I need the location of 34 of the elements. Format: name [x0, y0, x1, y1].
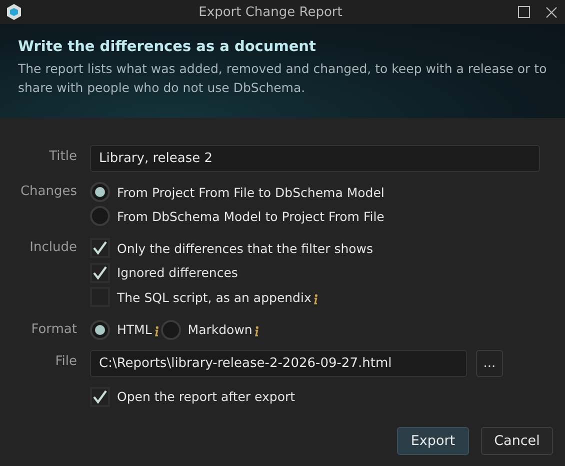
checkbox[interactable]: [90, 386, 110, 406]
field-label: File: [54, 352, 77, 370]
info-icon[interactable]: [152, 326, 159, 337]
radio-button[interactable]: [90, 182, 110, 202]
field-label: Include: [28, 239, 77, 257]
option-label: Only the differences that the filter shows: [117, 240, 374, 256]
export-button[interactable]: Export: [397, 427, 469, 455]
option-label: Ignored differences: [117, 265, 238, 280]
option-label: From DbSchema Model to Project From File: [117, 208, 384, 224]
option-label: The SQL script, as an appendix: [117, 290, 312, 305]
field-label: Format: [30, 320, 77, 338]
field-label: Changes: [19, 183, 77, 201]
app-icon: [5, 3, 23, 21]
option-label: From Project From File to DbSchema Model: [117, 184, 384, 200]
field-label: Title: [48, 148, 77, 166]
option-label: Open the report after export: [117, 389, 296, 404]
browse-button[interactable]: ...: [476, 350, 503, 376]
info-icon[interactable]: [312, 294, 318, 305]
radio-button[interactable]: [90, 320, 110, 340]
option-label: HTML: [117, 322, 152, 337]
cancel-button[interactable]: Cancel: [481, 427, 553, 455]
dialog-description: The report lists what was added, removed and changed, to keep with a release or to share with people who do not use DbSchema.: [18, 60, 547, 97]
close-icon[interactable]: [546, 6, 557, 18]
file-path-field[interactable]: C:\Reports\library-release-2-2026-09-27.html: [90, 350, 467, 376]
radio-button[interactable]: [160, 320, 181, 340]
checkbox[interactable]: [90, 238, 110, 258]
radio-button[interactable]: [90, 206, 110, 226]
info-icon[interactable]: [253, 326, 260, 337]
option-label: Markdown: [188, 322, 252, 337]
maximize-icon[interactable]: [518, 6, 530, 18]
window-title: Export Change Report: [198, 4, 344, 20]
title-field[interactable]: Library, release 2: [90, 145, 540, 172]
checkbox[interactable]: [90, 262, 110, 283]
dialog-heading: Write the differences as a document: [18, 39, 317, 55]
